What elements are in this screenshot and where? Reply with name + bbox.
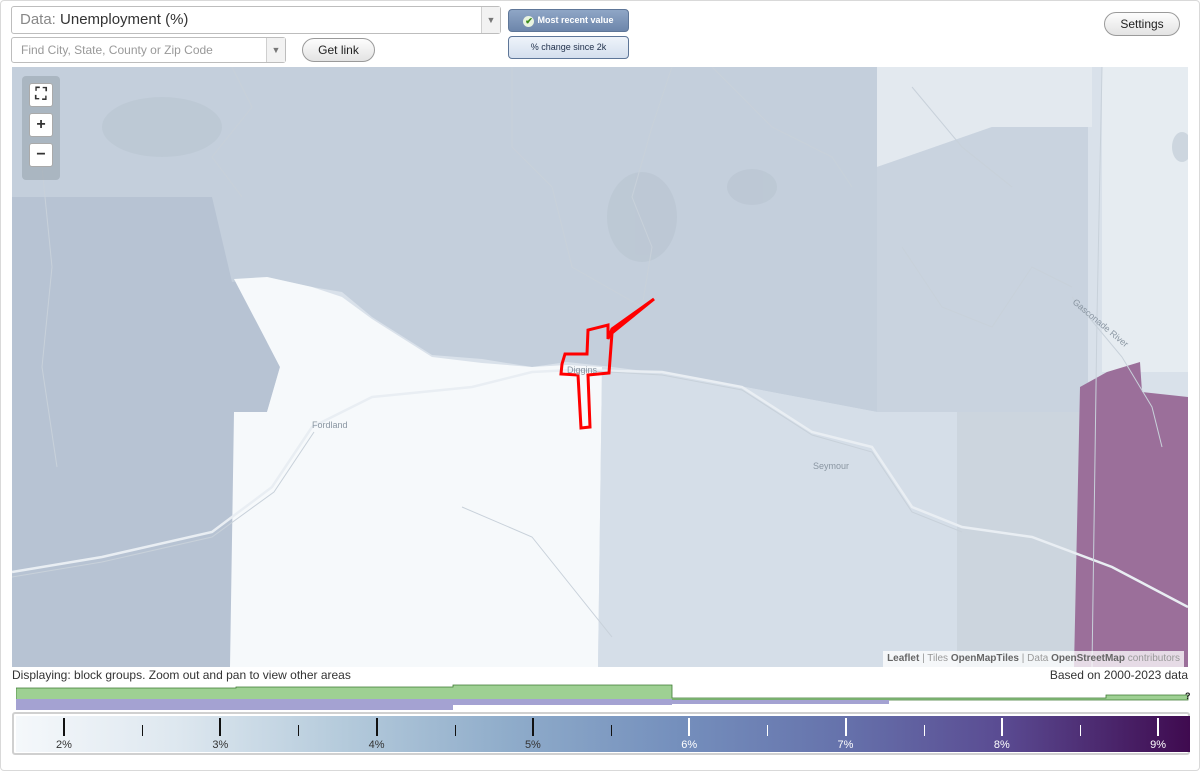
region-high-unemployment <box>1074 362 1188 667</box>
distribution-histogram: ? <box>16 684 1191 710</box>
legend-major-tick <box>688 718 691 736</box>
legend-tick-label: 5% <box>524 739 541 751</box>
percent-change-toggle[interactable]: % change since 2k <box>508 36 629 59</box>
data-select-label: Data: <box>20 11 56 28</box>
checkmark-icon: ✔ <box>523 16 535 27</box>
legend-major-tick <box>375 718 378 736</box>
histogram-purple-bar <box>453 699 672 705</box>
legend-major-tick <box>1157 718 1160 736</box>
most-recent-label: Most recent value <box>537 15 614 25</box>
legend-tick-label: 4% <box>368 739 385 751</box>
legend-tick-label: 2% <box>56 739 72 751</box>
location-search-input[interactable]: Find City, State, County or Zip Code ▼ <box>11 37 286 63</box>
legend-minor-tick <box>1079 725 1081 736</box>
chevron-down-icon[interactable]: ▼ <box>266 38 285 62</box>
legend-tick-label: 7% <box>837 739 854 751</box>
chevron-down-icon[interactable]: ▼ <box>481 7 500 33</box>
data-select[interactable]: Data: Unemployment (%) ▼ <box>11 6 501 34</box>
search-placeholder: Find City, State, County or Zip Code <box>21 43 213 57</box>
legend-tick-label: 9% <box>1150 739 1167 751</box>
map[interactable]: Diggins Fordland Seymour Gasconade River… <box>12 67 1188 667</box>
legend-tick-label: 8% <box>993 739 1010 751</box>
histogram-green-series <box>16 684 1189 701</box>
legend-major-tick <box>1000 718 1003 736</box>
most-recent-value-toggle[interactable]: ✔ Most recent value <box>508 9 629 32</box>
plus-icon: + <box>36 116 46 133</box>
settings-button[interactable]: Settings <box>1104 12 1180 36</box>
place-label-diggins: Diggins <box>567 365 598 375</box>
region-east <box>877 127 1088 412</box>
region-seymour <box>598 367 957 667</box>
legend-minor-tick <box>923 725 925 736</box>
map-attribution: Leaflet | Tiles OpenMapTiles | Data Open… <box>883 651 1184 667</box>
legend-major-tick <box>844 718 847 736</box>
legend-tick-label: 6% <box>681 739 698 751</box>
legend-minor-tick <box>142 725 144 736</box>
data-select-value: Unemployment (%) <box>60 11 189 28</box>
legend-minor-tick <box>611 725 613 736</box>
legend-minor-tick <box>298 725 300 736</box>
attrib-sep: | <box>1019 653 1028 664</box>
data-range-note: Based on 2000-2023 data <box>1049 668 1188 682</box>
place-label-seymour: Seymour <box>813 461 849 471</box>
get-link-button[interactable]: Get link <box>302 38 375 62</box>
legend-major-tick <box>531 718 534 736</box>
histogram-purple-bar <box>672 700 889 704</box>
zoom-out-button[interactable]: − <box>29 143 53 167</box>
openstreetmap-link[interactable]: OpenStreetMap <box>1051 653 1125 664</box>
attrib-contributors: contributors <box>1124 653 1180 664</box>
legend-major-tick <box>63 718 65 736</box>
color-scale-bar: 2% 3% 4% 5% 6% 7% 8% 9% <box>16 716 1190 752</box>
histogram-unknown-marker: ? <box>1185 691 1191 701</box>
legend-major-tick <box>219 718 222 736</box>
attrib-data-prefix: Data <box>1027 653 1052 664</box>
map-canvas[interactable]: Diggins Fordland Seymour Gasconade River <box>12 67 1188 667</box>
displaying-status: Displaying: block groups. Zoom out and p… <box>12 668 351 682</box>
leaflet-link[interactable]: Leaflet <box>887 653 919 664</box>
minus-icon: − <box>36 146 46 163</box>
zoom-controls: ⛶ + − <box>22 76 60 180</box>
legend-minor-tick <box>454 725 456 736</box>
zoom-in-button[interactable]: + <box>29 113 53 137</box>
attrib-tiles-prefix: Tiles <box>927 653 951 664</box>
histogram-purple-bar <box>16 699 453 710</box>
legend-minor-tick <box>767 725 769 736</box>
color-legend: 2% 3% 4% 5% 6% 7% 8% 9% <box>12 712 1190 755</box>
openmaptiles-link[interactable]: OpenMapTiles <box>951 653 1019 664</box>
fullscreen-icon: ⛶ <box>35 86 47 103</box>
fullscreen-button[interactable]: ⛶ <box>29 83 53 107</box>
place-label-fordland: Fordland <box>312 420 348 430</box>
legend-tick-label: 3% <box>212 739 229 751</box>
